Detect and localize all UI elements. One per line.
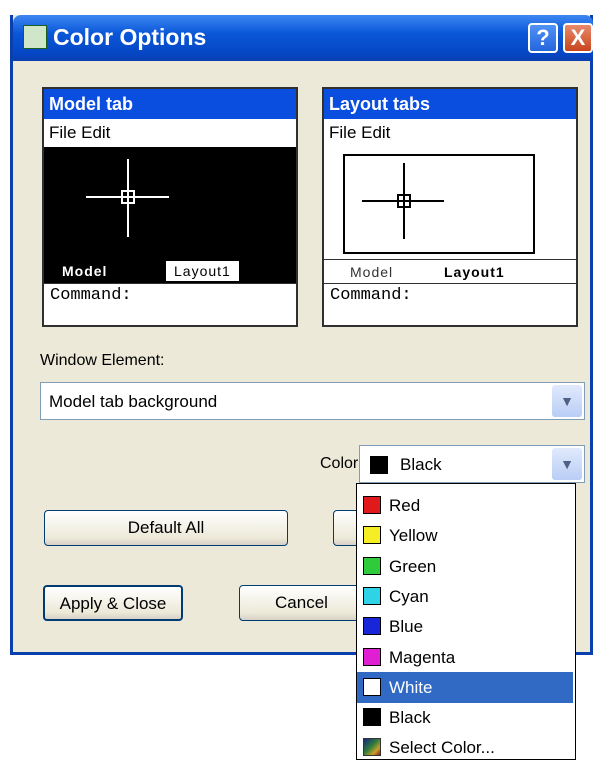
color-option-label: Yellow [389,526,438,546]
color-option-label: Blue [389,617,424,637]
color-option-label: Cyan [389,586,429,606]
layout-space-area[interactable] [324,147,576,259]
color-option-blue[interactable]: Blue [357,611,573,642]
model-command-line: Command: [44,283,296,308]
color-swatch [363,586,381,605]
model-tab-header: Model tab [44,89,296,119]
paper-sheet [343,154,535,254]
layout-tabs-menu: File Edit [324,119,576,147]
model-space-area[interactable] [44,147,296,259]
layout-preview-tab-model: Model [350,264,394,280]
layout-tabs-preview[interactable]: Layout tabs File Edit Model Layout1 Comm… [322,87,578,327]
crosshair-icon [86,159,169,237]
color-option-label: White [389,677,433,697]
model-tab-menu: File Edit [44,119,296,147]
window-element-label: Window Element: [40,352,165,369]
model-tab-preview[interactable]: Model tab File Edit Model Layout1 Comman… [42,87,298,327]
color-swatch [363,708,381,727]
window-element-select[interactable]: Model tab background ▼ [40,382,585,420]
color-option-white[interactable]: White [357,671,573,703]
color-option-select-color[interactable]: Select Color... [357,732,573,763]
cancel-button[interactable]: Cancel [239,585,364,621]
color-option-label: Magenta [389,647,456,667]
color-options-icon [23,25,47,49]
color-option-cyan[interactable]: Cyan [357,581,573,612]
layout-tabs-header: Layout tabs [324,89,576,119]
color-swatch [363,526,381,545]
layout-preview-tab-layout1: Layout1 [444,264,505,280]
color-label: Color: [320,455,363,472]
model-preview-tab-layout1: Layout1 [166,261,239,281]
color-option-yellow[interactable]: Yellow [357,520,573,551]
layout-command-line: Command: [324,283,576,308]
default-all-button[interactable]: Default All [44,510,288,546]
color-swatch [363,556,381,575]
layout-preview-tabs: Model Layout1 [324,259,576,284]
color-swatch [363,617,381,636]
color-option-black[interactable]: Black [357,702,573,733]
window-element-value: Model tab background [49,392,218,411]
color-option-label: Red [389,496,421,515]
color-swatch [370,456,388,474]
title-bar[interactable]: Color Options ? X [13,15,593,61]
color-option-label: Select Color... [389,738,495,758]
color-swatch [363,496,381,514]
help-button[interactable]: ? [528,23,558,53]
color-swatch [363,647,381,666]
window-title: Color Options [53,24,207,50]
color-option-red[interactable]: Red [357,490,573,521]
color-dropdown-list[interactable]: Red Yellow Green Cyan Blue Magenta White Black S… [356,483,576,760]
color-value: Black [400,455,442,474]
color-option-label: Green [389,556,437,576]
chevron-down-icon[interactable]: ▼ [552,385,582,417]
color-select[interactable]: Black ▼ [359,445,585,483]
model-preview-tabs: Model Layout1 [44,259,296,283]
color-option-green[interactable]: Green [357,551,573,582]
model-preview-tab-model: Model [54,261,116,281]
color-swatch [363,677,381,696]
select-color-icon [363,738,381,757]
color-option-label: Black [389,708,431,728]
color-option-magenta[interactable]: Magenta [357,642,573,673]
apply-close-button[interactable]: Apply & Close [43,585,183,621]
chevron-down-icon[interactable]: ▼ [552,448,582,480]
close-button[interactable]: X [563,23,593,53]
